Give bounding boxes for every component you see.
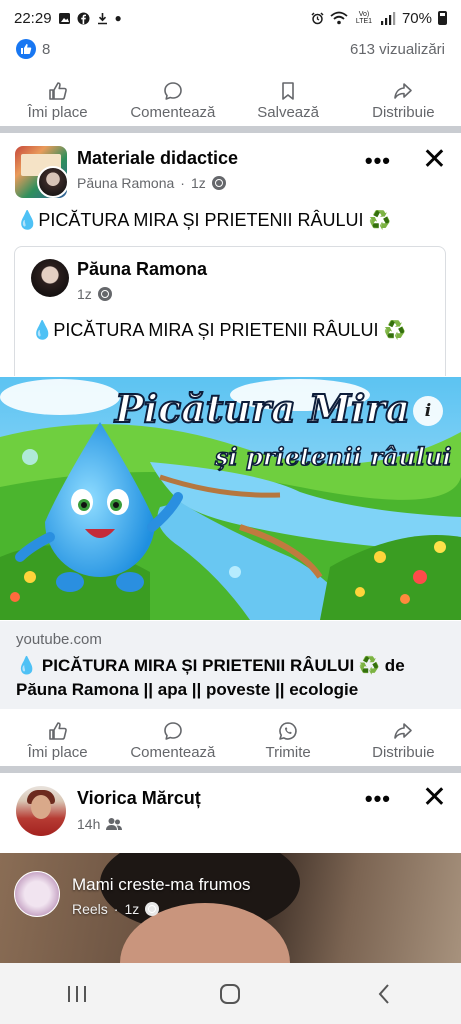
gallery-notification-icon <box>58 12 70 24</box>
recent-apps-icon <box>67 985 86 1002</box>
author-name[interactable]: Viorica Mărcuț <box>77 788 201 809</box>
link-domain: youtube.com <box>16 631 102 648</box>
thumbnail-title-1: Picătura Mira <box>114 386 410 431</box>
shared-post-card[interactable]: Păuna Ramona 1z 💧PICĂTURA MIRA ȘI PRIETE… <box>14 246 446 376</box>
author-avatar[interactable] <box>16 786 66 836</box>
more-options-icon[interactable]: ••• <box>365 786 391 812</box>
public-globe-icon <box>145 902 160 916</box>
post-header: Materiale didactice Păuna Ramona · 1z ••… <box>0 143 461 206</box>
thumbnail-illustration: Picătura Mira și prietenii râului <box>0 377 461 620</box>
like-button[interactable]: Îmi place <box>0 80 115 121</box>
link-title: 💧 PICĂTURA MIRA ȘI PRIETENII RÂULUI ♻️ d… <box>16 656 405 699</box>
download-notification-icon <box>97 12 107 24</box>
share-label: Distribuie <box>372 743 435 761</box>
recent-apps-button[interactable] <box>47 974 107 1014</box>
battery-percent: 70% <box>401 9 432 27</box>
like-label: Îmi place <box>27 743 88 761</box>
comment-icon <box>164 81 182 100</box>
public-globe-icon <box>97 287 112 301</box>
reel-time: 1z <box>124 901 140 917</box>
save-button[interactable]: Salvează <box>231 80 346 121</box>
reel-page-name[interactable]: Mami creste-ma frumos <box>72 875 251 895</box>
post-meta: 14h <box>77 816 123 832</box>
shared-post-text: 💧PICĂTURA MIRA ȘI PRIETENII RÂULUI ♻️ <box>31 320 406 340</box>
wifi-icon <box>330 11 348 25</box>
reels-label: Reels <box>72 901 108 917</box>
shared-author-name[interactable]: Păuna Ramona <box>77 259 207 280</box>
status-bar: 22:29 ● Vo) LTE1 70% <box>0 0 461 36</box>
share-label: Distribuie <box>372 103 435 121</box>
comment-icon <box>164 721 182 740</box>
home-button[interactable] <box>200 974 260 1014</box>
comment-button[interactable]: Comentează <box>115 720 230 761</box>
post-time[interactable]: 14h <box>77 816 100 832</box>
close-icon[interactable]: ✕ <box>422 780 447 815</box>
post-actions-bar-2: Îmi place Comentează Trimite Distribuie <box>0 715 461 765</box>
reel-page-avatar[interactable] <box>14 871 60 917</box>
share-button[interactable]: Distribuie <box>346 720 461 761</box>
volte-indicator: Vo) LTE1 <box>355 11 373 25</box>
post-meta: Păuna Ramona · 1z <box>77 175 226 191</box>
close-icon[interactable]: ✕ <box>422 142 447 177</box>
post-actions-bar-1: Îmi place Comentează Salvează Distribuie <box>0 75 461 125</box>
shared-post-time[interactable]: 1z <box>77 286 92 302</box>
comment-label: Comentează <box>130 743 216 761</box>
send-whatsapp-button[interactable]: Trimite <box>231 720 346 761</box>
friends-audience-icon <box>106 818 123 830</box>
feed-separator <box>0 766 461 773</box>
info-icon[interactable]: i <box>413 396 443 426</box>
feed-separator <box>0 126 461 133</box>
share-arrow-icon <box>394 82 413 99</box>
like-reaction-icon <box>16 39 36 59</box>
reaction-count: 8 <box>42 40 51 58</box>
reactions-summary[interactable]: 8 613 vizualizări <box>0 36 461 62</box>
meta-separator: · <box>180 175 185 191</box>
thumbs-up-icon <box>48 721 67 740</box>
author-avatar[interactable] <box>37 166 69 198</box>
share-button[interactable]: Distribuie <box>346 80 461 121</box>
more-options-icon[interactable]: ••• <box>365 148 391 174</box>
link-preview[interactable]: youtube.com 💧 PICĂTURA MIRA ȘI PRIETENII… <box>0 621 461 709</box>
home-icon <box>220 983 241 1004</box>
alarm-icon <box>311 11 324 24</box>
back-chevron-icon <box>378 983 389 1004</box>
video-thumbnail[interactable]: Picătura Mira și prietenii râului <box>0 377 461 620</box>
share-arrow-icon <box>394 722 413 739</box>
clock: 22:29 <box>14 9 52 27</box>
system-navigation-bar <box>0 963 461 1024</box>
comment-button[interactable]: Comentează <box>115 80 230 121</box>
battery-icon <box>438 11 447 25</box>
reel-meta: Reels · 1z <box>72 901 160 917</box>
back-button[interactable] <box>354 974 414 1014</box>
like-label: Îmi place <box>27 103 88 121</box>
send-label: Trimite <box>265 743 311 761</box>
shared-post-meta: 1z <box>77 286 112 302</box>
view-count: 613 vizualizări <box>349 40 445 58</box>
comment-label: Comentează <box>130 103 216 121</box>
post-time[interactable]: 1z <box>191 175 206 191</box>
save-label: Salvează <box>257 103 319 121</box>
author-name[interactable]: Păuna Ramona <box>77 175 174 191</box>
group-name[interactable]: Materiale didactice <box>77 148 238 169</box>
reel-preview[interactable]: Mami creste-ma frumos Reels · 1z <box>0 853 461 963</box>
public-globe-icon <box>211 176 226 190</box>
signal-icon <box>380 12 396 25</box>
facebook-notification-icon <box>77 12 90 24</box>
thumbnail-title-2: și prietenii râului <box>214 442 452 471</box>
thumbs-up-icon <box>48 81 67 100</box>
shared-author-avatar[interactable] <box>31 259 69 297</box>
notification-dot-icon: ● <box>114 11 122 25</box>
like-button[interactable]: Îmi place <box>0 720 115 761</box>
post-text: 💧PICĂTURA MIRA ȘI PRIETENII RÂULUI ♻️ <box>16 210 391 230</box>
whatsapp-icon <box>279 721 297 740</box>
bookmark-icon <box>282 81 294 100</box>
